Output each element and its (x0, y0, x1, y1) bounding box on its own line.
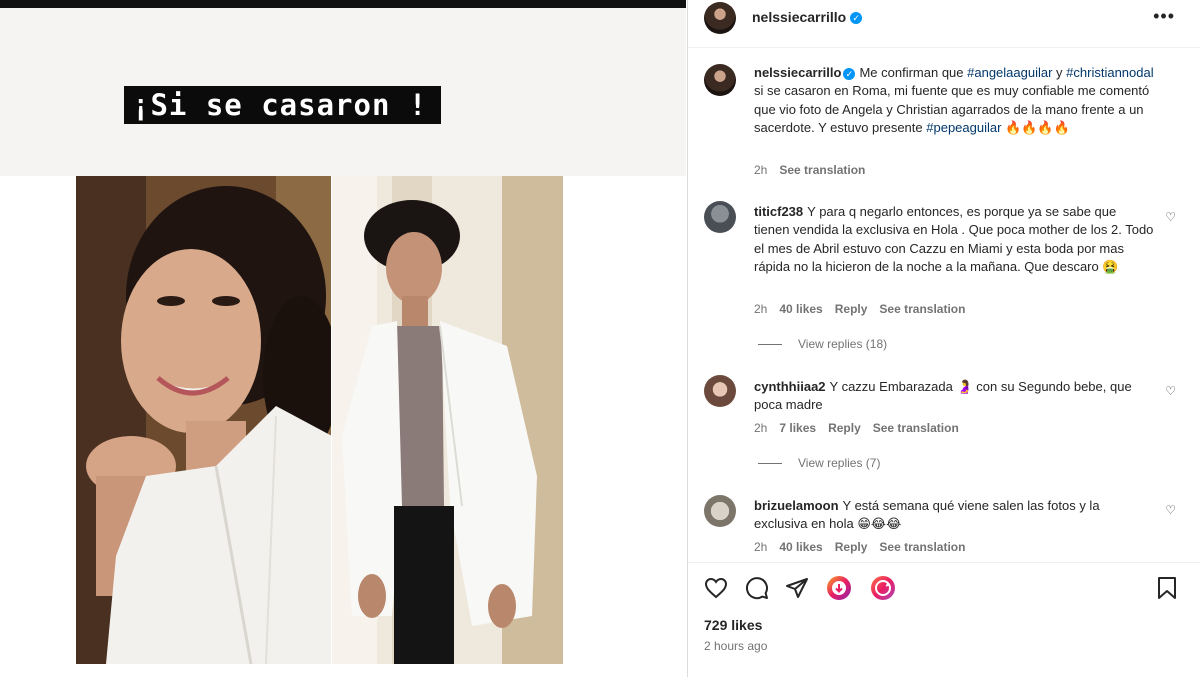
bookmark-icon[interactable] (1154, 575, 1180, 601)
commenter-username[interactable]: titicf238 (754, 204, 803, 219)
heart-icon[interactable] (703, 575, 729, 601)
comment-likes[interactable]: 7 likes (779, 421, 816, 435)
post-media[interactable]: ¡Si se casaron ! (0, 0, 686, 677)
see-translation-link[interactable]: See translation (873, 421, 959, 435)
verified-badge-icon: ✓ (843, 67, 856, 80)
caption-meta: 2h See translation (754, 163, 877, 177)
owner-username[interactable]: nelssiecarrillo ✓ (752, 9, 863, 25)
comment-text: brizuelamoon Y está semana qué viene sale… (754, 497, 1154, 534)
caption-emojis: 🔥🔥🔥🔥 (1005, 121, 1070, 137)
replies-line (758, 463, 782, 465)
caption-text: nelssiecarrillo ✓ Me confirman que #angela… (754, 64, 1154, 139)
commenter-avatar[interactable] (704, 201, 736, 233)
caption-text-part: y (1052, 65, 1067, 80)
comment-like-heart-icon[interactable]: ♡ (1165, 384, 1176, 398)
post-actions (688, 562, 1200, 614)
view-replies-label[interactable]: View replies (7) (798, 456, 880, 470)
story-caption: ¡Si se casaron ! (124, 86, 442, 124)
verified-badge-icon: ✓ (850, 12, 863, 25)
comment-likes[interactable]: 40 likes (779, 540, 822, 554)
caption-time[interactable]: 2h (754, 163, 767, 177)
comment-likes[interactable]: 40 likes (779, 302, 822, 316)
view-replies-button[interactable]: View replies (18) (758, 337, 887, 351)
post-timestamp[interactable]: 2 hours ago (704, 639, 767, 653)
photo-bride (76, 176, 332, 664)
hashtag-link[interactable]: #pepeaguilar (926, 120, 1001, 135)
reply-button[interactable]: Reply (835, 302, 868, 316)
comment-text: titicf238 Y para q negarlo entonces, es p… (754, 203, 1154, 277)
photo-groom (332, 176, 563, 664)
comment-time[interactable]: 2h (754, 540, 767, 554)
reply-button[interactable]: Reply (835, 540, 868, 554)
hashtag-link[interactable]: #christiannodal (1066, 65, 1153, 80)
caption-username[interactable]: nelssiecarrillo (754, 65, 841, 80)
comment-time[interactable]: 2h (754, 421, 767, 435)
caption-avatar[interactable] (704, 64, 736, 96)
comment-like-heart-icon[interactable]: ♡ (1165, 503, 1176, 517)
commenter-avatar[interactable] (704, 495, 736, 527)
replies-line (758, 344, 782, 346)
comment-like-heart-icon[interactable]: ♡ (1165, 210, 1176, 224)
download-extension-icon[interactable] (826, 575, 852, 601)
see-translation-link[interactable]: See translation (879, 540, 965, 554)
commenter-username[interactable]: cynthhiiaa2 (754, 379, 826, 394)
owner-avatar[interactable] (704, 2, 736, 34)
comment-icon[interactable] (744, 575, 770, 601)
comment-time[interactable]: 2h (754, 302, 767, 316)
caption-text-part: Me confirman que (859, 65, 968, 80)
commenter-username[interactable]: brizuelamoon (754, 498, 839, 513)
commenter-avatar[interactable] (704, 375, 736, 407)
reply-button[interactable]: Reply (828, 421, 861, 435)
comment-meta: 2h 40 likes Reply See translation (754, 540, 977, 554)
hashtag-link[interactable]: #angelaaguilar (967, 65, 1052, 80)
comment-text: cynthhiiaa2 Y cazzu Embarazada 🤰 con su S… (754, 378, 1154, 415)
view-replies-label[interactable]: View replies (18) (798, 337, 887, 351)
likes-count[interactable]: 729 likes (704, 617, 762, 633)
see-translation-link[interactable]: See translation (779, 163, 865, 177)
see-translation-link[interactable]: See translation (879, 302, 965, 316)
comment-meta: 2h 40 likes Reply See translation (754, 302, 977, 316)
media-top-bar (0, 0, 686, 8)
owner-username-text[interactable]: nelssiecarrillo (752, 9, 846, 25)
view-replies-button[interactable]: View replies (7) (758, 456, 880, 470)
comment-body: Y para q negarlo entonces, es porque ya … (754, 204, 1154, 275)
post-details-panel: nelssiecarrillo ✓ ••• nelssiecarrillo ✓ Me … (687, 0, 1200, 677)
repost-extension-icon[interactable] (870, 575, 896, 601)
more-options-icon[interactable]: ••• (1153, 6, 1175, 27)
post-header: nelssiecarrillo ✓ ••• (688, 0, 1200, 48)
comment-meta: 2h 7 likes Reply See translation (754, 421, 971, 435)
share-icon[interactable] (784, 575, 810, 601)
